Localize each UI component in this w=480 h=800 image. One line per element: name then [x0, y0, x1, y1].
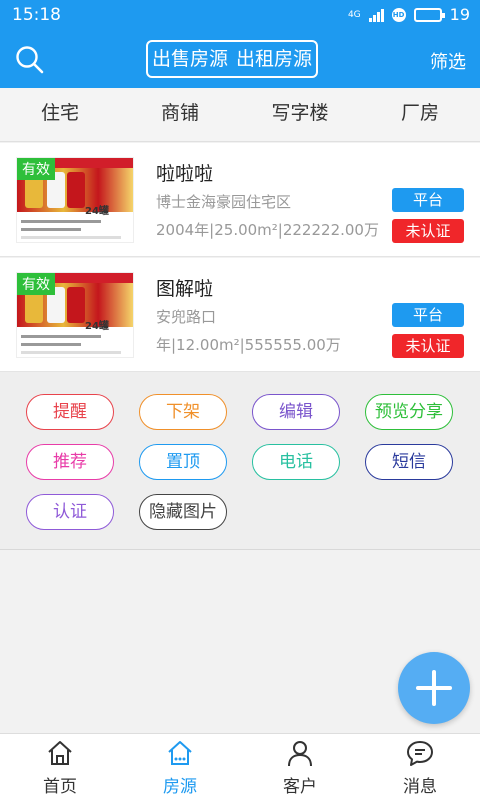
- network-label: 4G: [347, 9, 361, 20]
- add-listing-button[interactable]: [398, 652, 470, 724]
- bottom-navigation: 首页 房源 客户 消息: [0, 733, 480, 800]
- delist-button[interactable]: 下架: [139, 394, 227, 430]
- search-icon: [16, 46, 44, 74]
- status-bar: 15:18 4G HD 19: [0, 0, 480, 32]
- edit-button[interactable]: 编辑: [252, 394, 340, 430]
- listing-item[interactable]: 24罐 有效 图解啦 安兜路口 年|12.00m²|555555.00万 平台 …: [0, 258, 480, 372]
- nav-label: 房源: [163, 777, 197, 797]
- category-tabs: 住宅 商铺 写字楼 厂房: [0, 88, 480, 142]
- hd-icon: HD: [391, 7, 406, 22]
- nav-label: 客户: [283, 777, 317, 797]
- tab-factory[interactable]: 厂房: [360, 88, 480, 141]
- phone-button[interactable]: 电话: [252, 444, 340, 480]
- listing-type-switch: 出售房源 出租房源: [146, 40, 319, 78]
- segment-sale[interactable]: 出售房源: [148, 42, 232, 76]
- segment-rent[interactable]: 出租房源: [232, 42, 316, 76]
- listing-info: 2004年|25.00m²|222222.00万: [156, 221, 379, 239]
- app-bar: 出售房源 出租房源 筛选: [0, 32, 480, 88]
- remind-button[interactable]: 提醒: [26, 394, 114, 430]
- listing-address: 安兜路口: [156, 308, 217, 326]
- certify-button[interactable]: 认证: [26, 494, 114, 530]
- hide-images-button[interactable]: 隐藏图片: [139, 494, 227, 530]
- nav-customers[interactable]: 客户: [240, 734, 360, 800]
- action-panel: 提醒 下架 编辑 预览分享 推荐 置顶 电话 短信 认证 隐藏图片: [0, 372, 480, 550]
- preview-share-button[interactable]: 预览分享: [365, 394, 453, 430]
- status-time: 15:18: [12, 5, 61, 25]
- listing-address: 博士金海豪园住宅区: [156, 193, 292, 211]
- uncertified-tag: 未认证: [392, 334, 464, 358]
- platform-tag: 平台: [392, 303, 464, 327]
- filter-button[interactable]: 筛选: [430, 48, 466, 74]
- nav-label: 消息: [403, 777, 437, 797]
- sms-button[interactable]: 短信: [365, 444, 453, 480]
- status-icons: 4G HD 19: [348, 5, 470, 24]
- listing-item[interactable]: 24罐 有效 啦啦啦 博士金海豪园住宅区 2004年|25.00m²|22222…: [0, 143, 480, 257]
- listing-title: 啦啦啦: [156, 163, 214, 185]
- valid-badge: 有效: [17, 273, 55, 295]
- nav-listings[interactable]: 房源: [120, 734, 240, 800]
- nav-home[interactable]: 首页: [0, 734, 120, 800]
- signal-icon: [368, 8, 384, 22]
- thumbnail-count: 24罐: [85, 206, 109, 217]
- tab-shop[interactable]: 商铺: [120, 88, 240, 141]
- message-icon: [407, 741, 433, 766]
- tab-residential[interactable]: 住宅: [0, 88, 120, 141]
- valid-badge: 有效: [17, 158, 55, 180]
- nav-label: 首页: [43, 777, 77, 797]
- pin-top-button[interactable]: 置顶: [139, 444, 227, 480]
- search-button[interactable]: [14, 44, 46, 76]
- listings-icon: [168, 741, 192, 765]
- tab-office[interactable]: 写字楼: [240, 88, 360, 141]
- battery-icon: [413, 7, 445, 22]
- platform-tag: 平台: [392, 188, 464, 212]
- uncertified-tag: 未认证: [392, 219, 464, 243]
- listing-thumbnail: 24罐 有效: [16, 157, 134, 243]
- nav-messages[interactable]: 消息: [360, 734, 480, 800]
- listing-title: 图解啦: [156, 278, 214, 300]
- listing-info: 年|12.00m²|555555.00万: [156, 336, 341, 354]
- battery-level: 19: [449, 5, 470, 24]
- user-icon: [288, 741, 312, 767]
- home-icon: [48, 741, 72, 765]
- recommend-button[interactable]: 推荐: [26, 444, 114, 480]
- listing-thumbnail: 24罐 有效: [16, 272, 134, 358]
- thumbnail-count: 24罐: [85, 321, 109, 332]
